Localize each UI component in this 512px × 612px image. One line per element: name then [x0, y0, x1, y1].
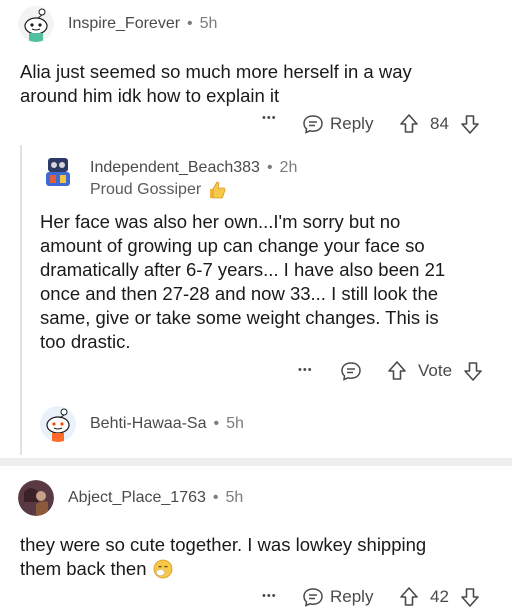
reply-button[interactable]: Reply: [302, 113, 373, 135]
comment-line: around him idk how to explain it: [20, 85, 280, 106]
reply-label: Reply: [330, 587, 374, 606]
upvote-icon[interactable]: [386, 360, 408, 382]
comment-line: them back then: [20, 558, 147, 579]
comment-line: same, give or take some weight changes. …: [40, 307, 439, 328]
upvote-icon[interactable]: [398, 586, 420, 608]
avatar[interactable]: [40, 154, 76, 190]
comment-line: they were so cute together. I was lowkey…: [20, 534, 427, 555]
reply-icon: [340, 360, 362, 382]
avatar[interactable]: [18, 480, 54, 516]
more-options-button[interactable]: •••: [298, 364, 313, 376]
avatar[interactable]: [18, 6, 54, 42]
thumbs-up-icon: [207, 180, 227, 200]
comment-body: they were so cute together. I was lowkey…: [20, 533, 500, 581]
comment-line: Her face was also her own...I'm sorry bu…: [40, 211, 401, 232]
reply-icon: [302, 113, 324, 135]
comment-line: amount of growing up can change your fac…: [40, 235, 425, 256]
comment-body: Alia just seemed so much more herself in…: [20, 60, 500, 108]
reply-button[interactable]: [340, 360, 362, 382]
sneezing-face-emoji-icon: [153, 559, 173, 579]
more-icon: •••: [262, 590, 277, 602]
vote-count: 42: [430, 587, 449, 606]
downvote-icon[interactable]: [459, 586, 481, 608]
meta-separator: •: [213, 415, 220, 432]
comment-line: once and then 27-28 and now 33... I stil…: [40, 283, 439, 304]
meta-separator: •: [266, 159, 273, 176]
comment-timestamp: 5h: [225, 489, 244, 506]
more-options-button[interactable]: •••: [262, 112, 277, 124]
vote-count: 84: [430, 114, 449, 133]
comment-timestamp: 5h: [199, 15, 218, 32]
comment-thread-separator: [0, 458, 512, 466]
comment-timestamp: 5h: [226, 415, 244, 432]
meta-separator: •: [212, 489, 219, 506]
upvote-icon[interactable]: [398, 113, 420, 135]
downvote-icon[interactable]: [459, 113, 481, 135]
comment-body: Her face was also her own...I'm sorry bu…: [40, 210, 500, 354]
reply-button[interactable]: Reply: [302, 586, 373, 608]
comment-username[interactable]: Inspire_Forever: [68, 15, 180, 33]
comment-line: Alia just seemed so much more herself in…: [20, 61, 412, 82]
more-options-button[interactable]: •••: [262, 590, 277, 602]
comment-username[interactable]: Independent_Beach383: [90, 159, 260, 177]
reply-label: Reply: [330, 114, 374, 133]
comment-line: dramatically after 6-7 years... I have a…: [40, 259, 446, 280]
downvote-icon[interactable]: [462, 360, 484, 382]
thread-line[interactable]: [20, 145, 22, 455]
user-flair: Proud Gossiper: [90, 180, 227, 200]
comment-username[interactable]: Abject_Place_1763: [68, 489, 206, 507]
vote-label: Vote: [418, 361, 453, 380]
reply-icon: [302, 586, 324, 608]
more-icon: •••: [298, 364, 313, 376]
comment-username[interactable]: Behti-Hawaa-Sa: [90, 415, 207, 433]
comment-line: too drastic.: [40, 331, 131, 352]
flair-text: Proud Gossiper: [90, 181, 202, 198]
more-icon: •••: [262, 112, 277, 124]
meta-separator: •: [187, 15, 193, 32]
avatar[interactable]: [40, 406, 76, 442]
comment-timestamp: 2h: [279, 159, 298, 176]
